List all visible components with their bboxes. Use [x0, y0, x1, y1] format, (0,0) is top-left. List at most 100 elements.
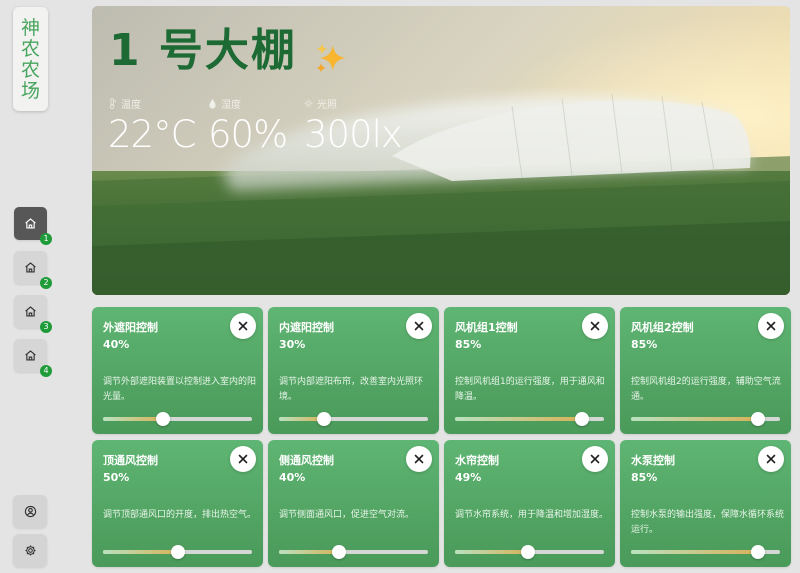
control-value: 40%: [279, 471, 306, 484]
control-description: 调节内部遮阳布帘，改善室内光照环境。: [279, 377, 424, 402]
temperature-metric: 温度 22°C: [108, 96, 196, 157]
close-icon: [766, 321, 776, 331]
control-title: 风机组2控制: [631, 321, 694, 334]
temperature-label: 温度: [121, 100, 141, 111]
nav-badge: 2: [40, 277, 52, 289]
control-slider[interactable]: [103, 412, 252, 426]
close-button[interactable]: [406, 446, 432, 472]
control-title: 风机组1控制: [455, 321, 518, 334]
control-value: 85%: [455, 338, 482, 351]
slider-thumb[interactable]: [521, 545, 535, 559]
user-profile-button[interactable]: [13, 495, 47, 528]
control-slider[interactable]: [103, 545, 252, 559]
app-brand-logo: 神农农场: [13, 7, 48, 111]
close-button[interactable]: [758, 313, 784, 339]
slider-thumb[interactable]: [316, 412, 331, 426]
slider-thumb[interactable]: [155, 412, 170, 426]
control-value: 40%: [103, 338, 130, 351]
greenhouse-hero-banner: 1 号大棚 温度 22°C 湿度 60% 光照 300lx: [92, 6, 790, 295]
close-button[interactable]: [758, 446, 784, 472]
control-slider[interactable]: [455, 545, 604, 559]
control-slider[interactable]: [631, 412, 780, 426]
control-card: 顶通风控制 50% 调节顶部通风口的开度，排出热空气。: [92, 440, 263, 567]
user-icon: [24, 505, 36, 518]
greenhouse-title: 1 号大棚: [109, 25, 297, 76]
slider-fill: [103, 550, 178, 554]
sun-icon: [304, 99, 313, 108]
nav-greenhouse-3[interactable]: 3: [14, 295, 52, 333]
light-metric: 光照 300lx: [304, 96, 403, 157]
brand-text: 神农农场: [20, 16, 40, 102]
slider-fill: [455, 417, 582, 421]
nav-greenhouse-4[interactable]: 4: [14, 339, 52, 377]
control-title: 水帘控制: [455, 454, 499, 467]
control-description: 调节外部遮阳装置以控制进入室内的阳光量。: [103, 377, 257, 402]
control-title: 内遮阳控制: [279, 321, 334, 334]
temperature-value: 22°C: [108, 113, 196, 156]
control-value: 30%: [279, 338, 306, 351]
nav-badge: 1: [40, 233, 52, 245]
control-value: 85%: [631, 471, 658, 484]
thermometer-icon: [109, 98, 116, 109]
slider-thumb[interactable]: [750, 412, 765, 426]
control-title: 顶通风控制: [103, 454, 158, 467]
slider-thumb[interactable]: [331, 545, 346, 559]
nav-greenhouse-1[interactable]: 1: [14, 207, 52, 245]
control-card: 风机组2控制 85% 控制风机组2的运行强度，辅助空气流通。: [620, 307, 791, 434]
close-icon: [414, 321, 424, 331]
humidity-label: 湿度: [221, 100, 241, 111]
control-description: 控制风机组1的运行强度，用于通风和降温。: [455, 377, 605, 402]
control-slider[interactable]: [279, 545, 428, 559]
control-title: 水泵控制: [631, 454, 675, 467]
control-slider[interactable]: [279, 412, 428, 426]
home-icon: [25, 350, 36, 361]
slider-fill: [631, 417, 758, 421]
close-icon: [766, 454, 776, 464]
light-value: 300lx: [304, 113, 403, 156]
close-icon: [414, 454, 424, 464]
control-card: 外遮阳控制 40% 调节外部遮阳装置以控制进入室内的阳光量。: [92, 307, 263, 434]
humidity-metric: 湿度 60%: [208, 96, 288, 157]
close-icon: [238, 321, 248, 331]
control-value: 49%: [455, 471, 482, 484]
control-description: 控制风机组2的运行强度，辅助空气流通。: [631, 377, 781, 402]
slider-fill: [279, 550, 339, 554]
humidity-value: 60%: [208, 113, 288, 156]
sparkle-icon: [316, 43, 346, 73]
control-description: 调节顶部通风口的开度，排出热空气。: [103, 510, 257, 520]
control-card: 侧通风控制 40% 调节侧面通风口，促进空气对流。: [268, 440, 439, 567]
control-slider[interactable]: [455, 412, 604, 426]
slider-fill: [631, 550, 758, 554]
nav-badge: 3: [40, 321, 52, 333]
nav-greenhouse-2[interactable]: 2: [14, 251, 52, 289]
control-title: 侧通风控制: [279, 454, 334, 467]
close-icon: [590, 321, 600, 331]
control-card: 水帘控制 49% 调节水帘系统，用于降温和增加湿度。: [444, 440, 615, 567]
slider-thumb[interactable]: [574, 412, 589, 426]
control-card: 风机组1控制 85% 控制风机组1的运行强度，用于通风和降温。: [444, 307, 615, 434]
droplet-icon: [209, 98, 216, 109]
close-button[interactable]: [582, 446, 608, 472]
control-value: 85%: [631, 338, 658, 351]
control-slider[interactable]: [631, 545, 780, 559]
slider-fill: [103, 417, 163, 421]
control-description: 控制水泵的输出强度，保障水循环系统运行。: [631, 510, 785, 535]
close-button[interactable]: [582, 313, 608, 339]
close-button[interactable]: [406, 313, 432, 339]
close-icon: [238, 454, 248, 464]
control-description: 调节水帘系统，用于降温和增加湿度。: [455, 510, 609, 520]
home-icon: [25, 262, 36, 273]
control-card: 内遮阳控制 30% 调节内部遮阳布帘，改善室内光照环境。: [268, 307, 439, 434]
slider-thumb[interactable]: [170, 545, 185, 559]
slider-fill: [455, 550, 528, 554]
settings-button[interactable]: [13, 534, 47, 567]
control-value: 50%: [103, 471, 130, 484]
home-icon: [25, 306, 36, 317]
gear-icon: [24, 545, 36, 556]
close-button[interactable]: [230, 313, 256, 339]
light-label: 光照: [317, 100, 337, 111]
control-title: 外遮阳控制: [103, 321, 158, 334]
slider-thumb[interactable]: [750, 545, 765, 559]
close-icon: [590, 454, 600, 464]
close-button[interactable]: [230, 446, 256, 472]
